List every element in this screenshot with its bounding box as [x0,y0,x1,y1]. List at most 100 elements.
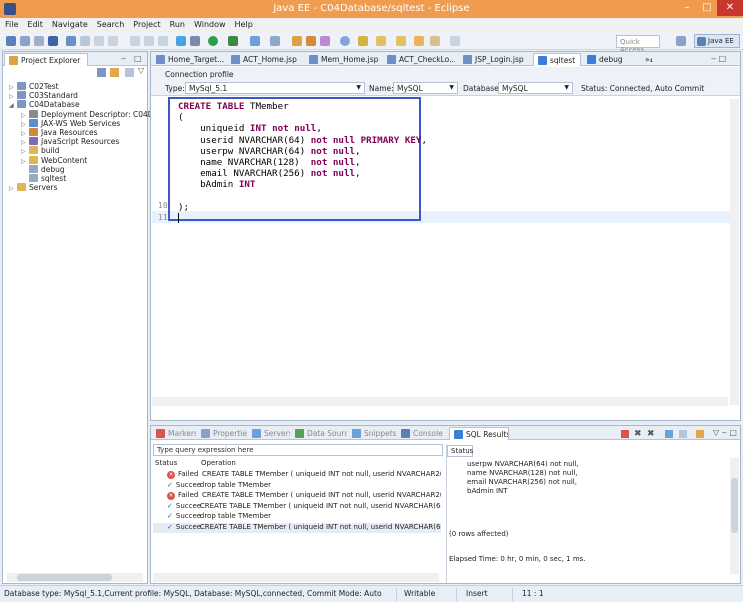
name-select[interactable]: MySQL ▼ [393,82,458,94]
menu-navigate[interactable]: Navigate [47,18,92,29]
expand-arrow-icon[interactable]: ▷ [21,139,29,146]
history-row[interactable]: ✓ Succeedrop table TMember [153,481,441,491]
tree-item[interactable]: ▷ C02Test [9,82,59,91]
bottom-tab[interactable]: Servers [248,427,290,440]
expand-arrow-icon[interactable]: ▷ [9,84,17,91]
editor-tab[interactable]: Home_Target.... [152,53,224,66]
suspend-icon[interactable] [94,36,104,46]
menu-file[interactable]: File [0,18,22,29]
tree-item[interactable]: ▷ Java Resources [21,128,98,137]
annotation-icon[interactable] [358,36,368,46]
prev-annotation-icon[interactable] [396,36,406,46]
tree-item[interactable]: ▷ WebContent [21,155,87,165]
link-editor-icon[interactable] [110,68,119,77]
search-icon[interactable] [340,36,350,46]
tree-item[interactable]: sqltest [21,174,66,183]
step-return-icon[interactable] [158,36,168,46]
print-icon[interactable] [48,36,58,46]
minimize-button[interactable]: – [677,0,697,16]
view-menu-icon[interactable]: ▽ [138,66,144,75]
history-row[interactable]: ✓ Succeedrop table TMember [153,512,441,522]
debug-icon[interactable] [190,36,200,46]
export-icon[interactable] [679,430,687,438]
filter-icon[interactable] [125,68,134,77]
tree-item[interactable]: ▷ Servers [9,183,58,192]
pin-icon[interactable] [450,36,460,46]
close-icon[interactable]: ✕ [87,56,88,65]
database-select[interactable]: MySQL ▼ [498,82,573,94]
expand-arrow-icon[interactable]: ▷ [21,112,29,119]
editor-tab[interactable]: ACT_Home.jsp [227,53,301,66]
collapse-all-icon[interactable] [97,68,106,77]
editor-tab[interactable]: »₄ [641,53,671,66]
web-service-icon[interactable] [270,36,280,46]
bottom-tab[interactable]: Data Source Explorer [291,427,347,440]
minimize-view-icon[interactable]: ‒ [121,54,126,63]
new-icon[interactable] [6,36,16,46]
next-annotation-icon[interactable] [376,36,386,46]
close-button[interactable]: ✕ [717,0,743,16]
editor-tab[interactable]: ACT_CheckLo... [383,53,455,66]
tab-result-status[interactable]: Status [447,445,473,457]
stop-icon[interactable] [621,430,629,438]
editor-tab[interactable]: JSP_Login.jsp [459,53,529,66]
tree-item[interactable]: ◢ C04Database [9,100,80,109]
menu-project[interactable]: Project [128,18,164,29]
scroll-thumb[interactable] [731,478,738,533]
expand-arrow-icon[interactable]: ◢ [9,102,17,109]
editor-tab[interactable]: sqltest [533,53,581,66]
expand-arrow-icon[interactable]: ▷ [21,130,29,137]
history-row[interactable]: × Failed CREATE TABLE TMember ( uniqueid I… [153,470,441,480]
menu-search[interactable]: Search [92,18,128,29]
tree-item[interactable]: ▷ C03Standard [9,91,78,100]
tree-item[interactable]: ▷ JavaScript Resources [21,137,119,146]
history-row[interactable]: × Failed CREATE TABLE TMember ( uniqueid I… [153,491,441,501]
expand-arrow-icon[interactable]: ▷ [21,121,29,128]
sql-code-editor[interactable]: 10 11 CREATE TABLE TMember( uniqueid INT… [151,97,740,407]
menu-window[interactable]: Window [189,18,230,29]
tree-item[interactable]: ▷ Deployment Descriptor: C04Data [21,109,166,119]
filter-icon[interactable] [665,430,673,438]
bottom-tab[interactable]: Markers [152,427,196,440]
history-horizontal-scrollbar[interactable] [153,573,439,582]
save-icon[interactable] [20,36,30,46]
pin-icon[interactable] [696,430,704,438]
maximize-view-icon[interactable]: □ [134,54,142,63]
history-row[interactable]: ✓ SucceeCREATE TABLE TMember ( uniqueid I… [153,502,441,512]
expand-arrow-icon[interactable]: ▷ [21,148,29,155]
terminate-icon[interactable] [108,36,118,46]
run-icon[interactable] [208,36,218,46]
step-over-icon[interactable] [144,36,154,46]
editor-tab[interactable]: debug [583,53,635,66]
menu-help[interactable]: Help [230,18,257,29]
resume-icon[interactable] [80,36,90,46]
expand-arrow-icon[interactable]: ▷ [21,158,29,165]
quick-access-input[interactable]: Quick Access [616,35,660,54]
editor-vertical-scrollbar[interactable] [730,99,739,405]
tab-project-explorer[interactable]: Project Explorer ✕ [4,53,88,66]
editor-tab[interactable]: Mem_Home.jsp [305,53,379,66]
marker-icon[interactable] [320,36,330,46]
external-tools-icon[interactable] [228,36,238,46]
type-select[interactable]: MySql_5.1 ▼ [185,82,365,94]
open-task-icon[interactable] [306,36,316,46]
tree-item[interactable]: debug [21,164,65,174]
step-into-icon[interactable] [130,36,140,46]
menu-run[interactable]: Run [165,18,189,29]
back-icon[interactable] [414,36,424,46]
maximize-button[interactable]: □ [697,0,717,16]
expand-arrow-icon[interactable]: ▷ [9,93,17,100]
remove-all-icon[interactable]: ✖ [647,429,655,439]
open-perspective-icon[interactable] [676,36,686,46]
new-server-icon[interactable] [250,36,260,46]
tree-item[interactable]: ▷ build [21,146,59,155]
scroll-thumb[interactable] [17,574,112,581]
bottom-tab[interactable]: Snippets [348,427,396,440]
explorer-horizontal-scrollbar[interactable] [7,573,143,582]
open-type-icon[interactable] [292,36,302,46]
tree-item[interactable]: ▷ JAX-WS Web Services [21,118,120,128]
editor-view-controls-icon[interactable]: ‒ □ [711,54,726,63]
editor-horizontal-scrollbar[interactable] [152,397,728,406]
java-ee-perspective-button[interactable]: Java EE [694,34,740,48]
bottom-tab[interactable]: SQL Results [449,427,509,440]
